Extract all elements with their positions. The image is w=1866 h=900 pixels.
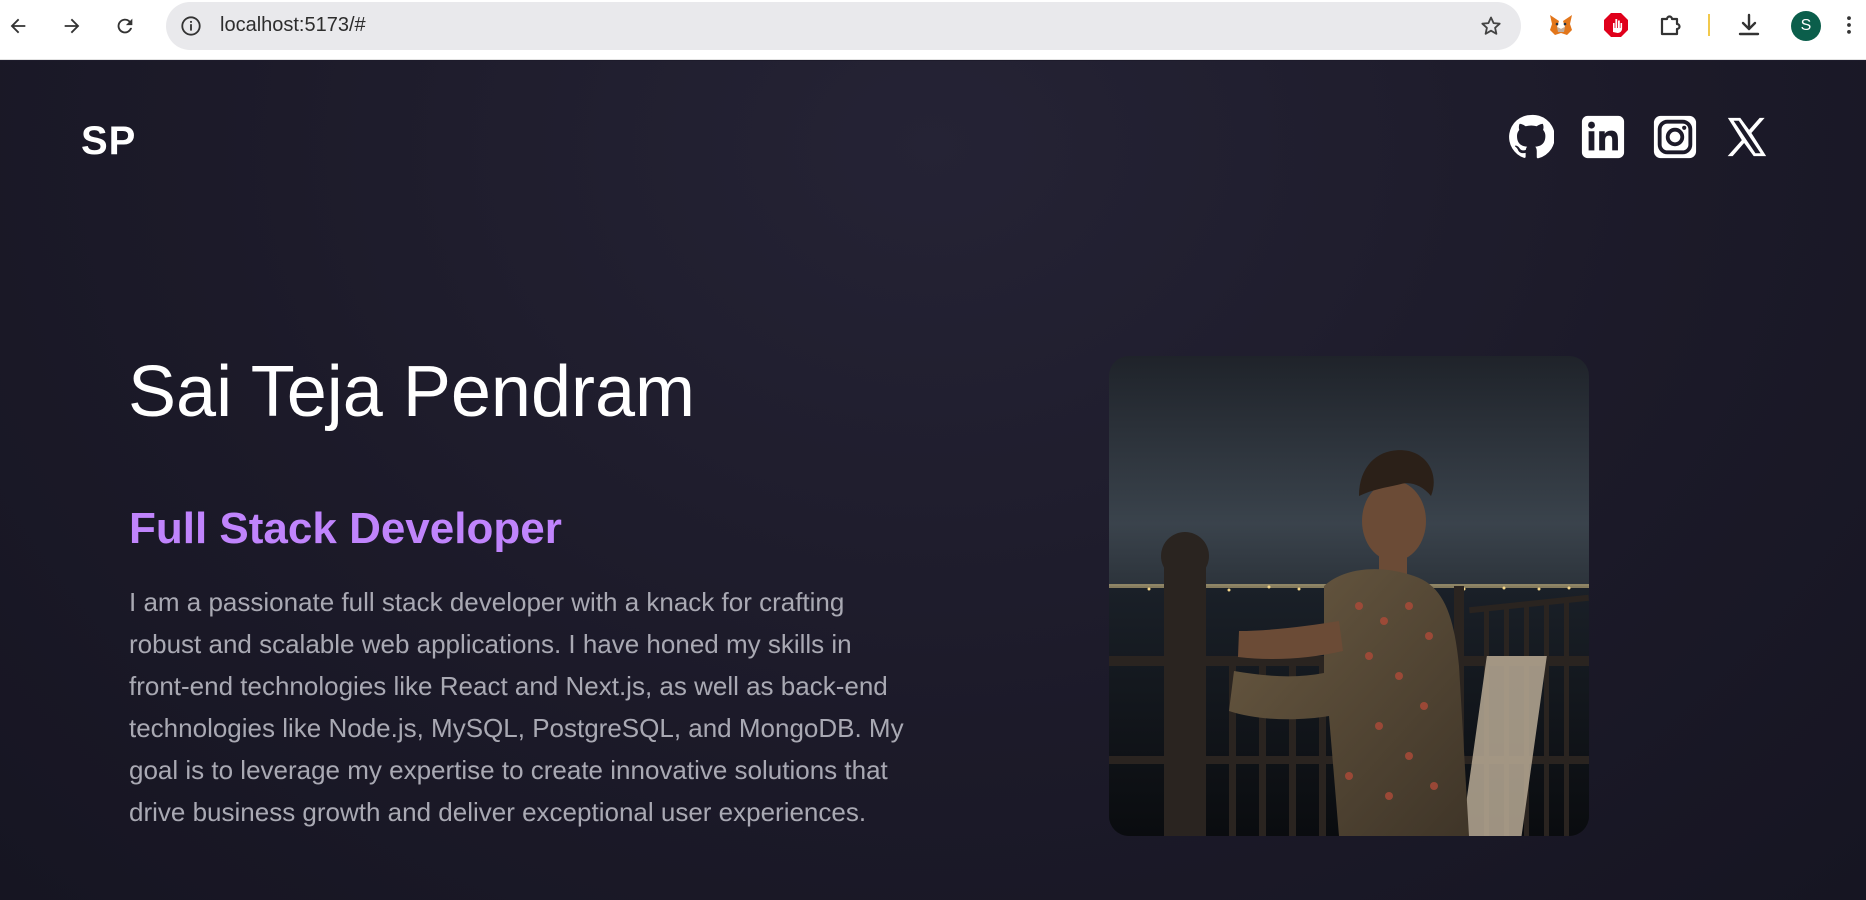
download-icon[interactable] — [1734, 10, 1764, 40]
puzzle-icon[interactable] — [1655, 10, 1685, 40]
profile-photo — [1109, 356, 1589, 836]
linkedin-icon[interactable] — [1579, 113, 1627, 161]
portfolio-page: SP Sai Teja Pendram Full Stack Developer… — [0, 61, 1866, 900]
url-text[interactable]: localhost:5173/# — [220, 14, 366, 37]
reload-icon[interactable] — [111, 12, 139, 40]
hero-name: Sai Teja Pendram — [128, 352, 695, 432]
adblock-icon[interactable] — [1601, 10, 1631, 40]
profile-avatar[interactable]: S — [1791, 11, 1821, 41]
instagram-icon[interactable] — [1651, 113, 1699, 161]
metamask-icon[interactable] — [1546, 10, 1576, 40]
kebab-menu-icon[interactable] — [1836, 10, 1862, 40]
x-icon[interactable] — [1723, 113, 1771, 161]
address-bar[interactable]: localhost:5173/# — [166, 2, 1521, 50]
hero-role: Full Stack Developer — [129, 504, 562, 553]
hero-bio: I am a passionate full stack developer w… — [129, 587, 904, 827]
star-icon[interactable] — [1479, 14, 1503, 38]
github-icon[interactable] — [1507, 113, 1555, 161]
browser-toolbar: localhost:5173/# S — [0, 0, 1866, 60]
toolbar-divider — [1708, 14, 1710, 36]
site-logo[interactable]: SP — [81, 119, 136, 164]
info-icon[interactable] — [180, 15, 202, 37]
forward-arrow-icon[interactable] — [58, 12, 86, 40]
back-arrow-icon[interactable] — [4, 12, 32, 40]
